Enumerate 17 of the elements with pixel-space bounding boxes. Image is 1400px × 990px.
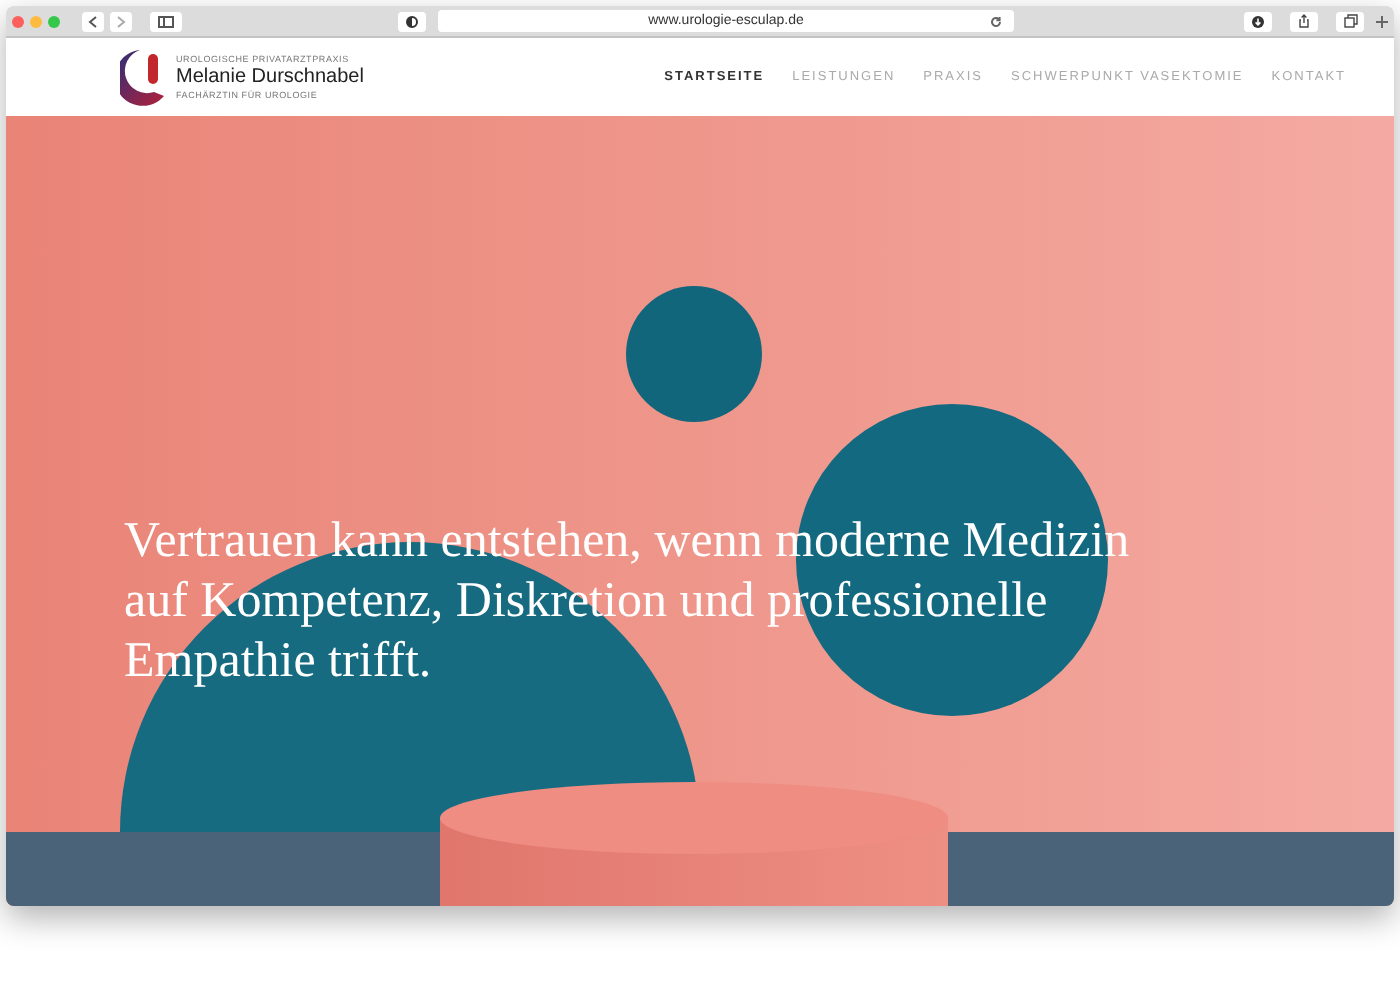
- half-circle-icon: [406, 15, 418, 27]
- reload-icon[interactable]: [990, 15, 1002, 27]
- chevron-left-icon: [88, 15, 98, 27]
- chevron-right-icon: [116, 15, 126, 27]
- sidebar-button[interactable]: [150, 11, 182, 31]
- back-button[interactable]: [82, 11, 104, 31]
- doctor-name: Melanie Durschnabel: [176, 65, 364, 89]
- logo-icon[interactable]: [120, 47, 168, 107]
- download-button[interactable]: [1244, 11, 1272, 31]
- tabs-button[interactable]: [1336, 11, 1364, 31]
- privacy-button[interactable]: [398, 11, 426, 31]
- sidebar-icon: [158, 15, 174, 27]
- share-button[interactable]: [1290, 11, 1318, 31]
- tabs-icon: [1343, 14, 1357, 28]
- download-icon: [1252, 15, 1264, 27]
- plus-icon[interactable]: [1376, 15, 1388, 27]
- share-icon: [1298, 14, 1310, 28]
